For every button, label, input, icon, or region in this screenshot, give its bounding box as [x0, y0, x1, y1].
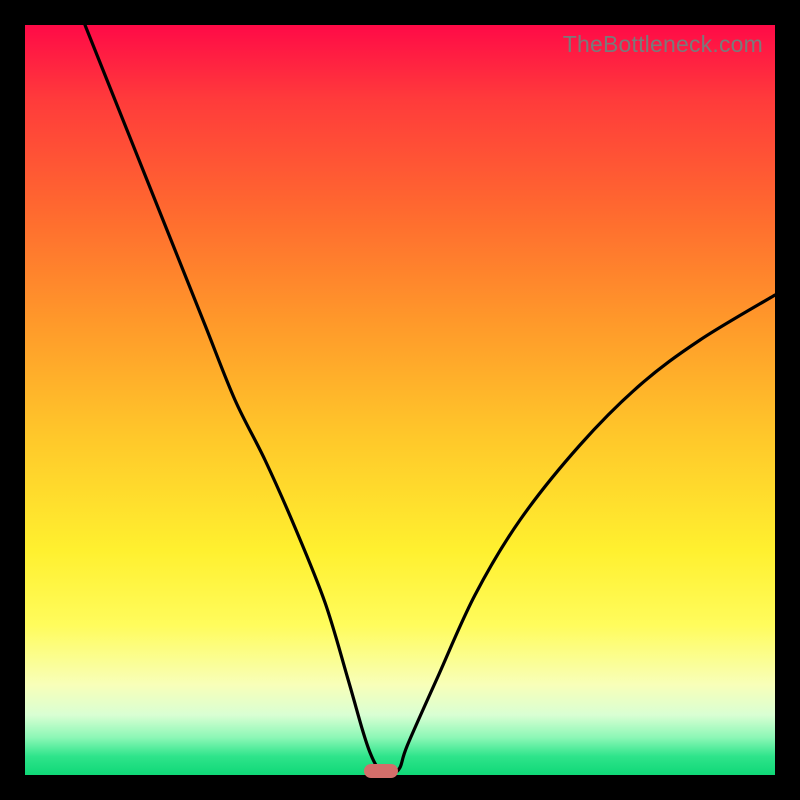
- curve-path: [85, 25, 775, 774]
- plot-area: TheBottleneck.com: [25, 25, 775, 775]
- chart-frame: TheBottleneck.com: [0, 0, 800, 800]
- bottleneck-curve: [25, 25, 775, 775]
- optimal-marker: [364, 764, 398, 778]
